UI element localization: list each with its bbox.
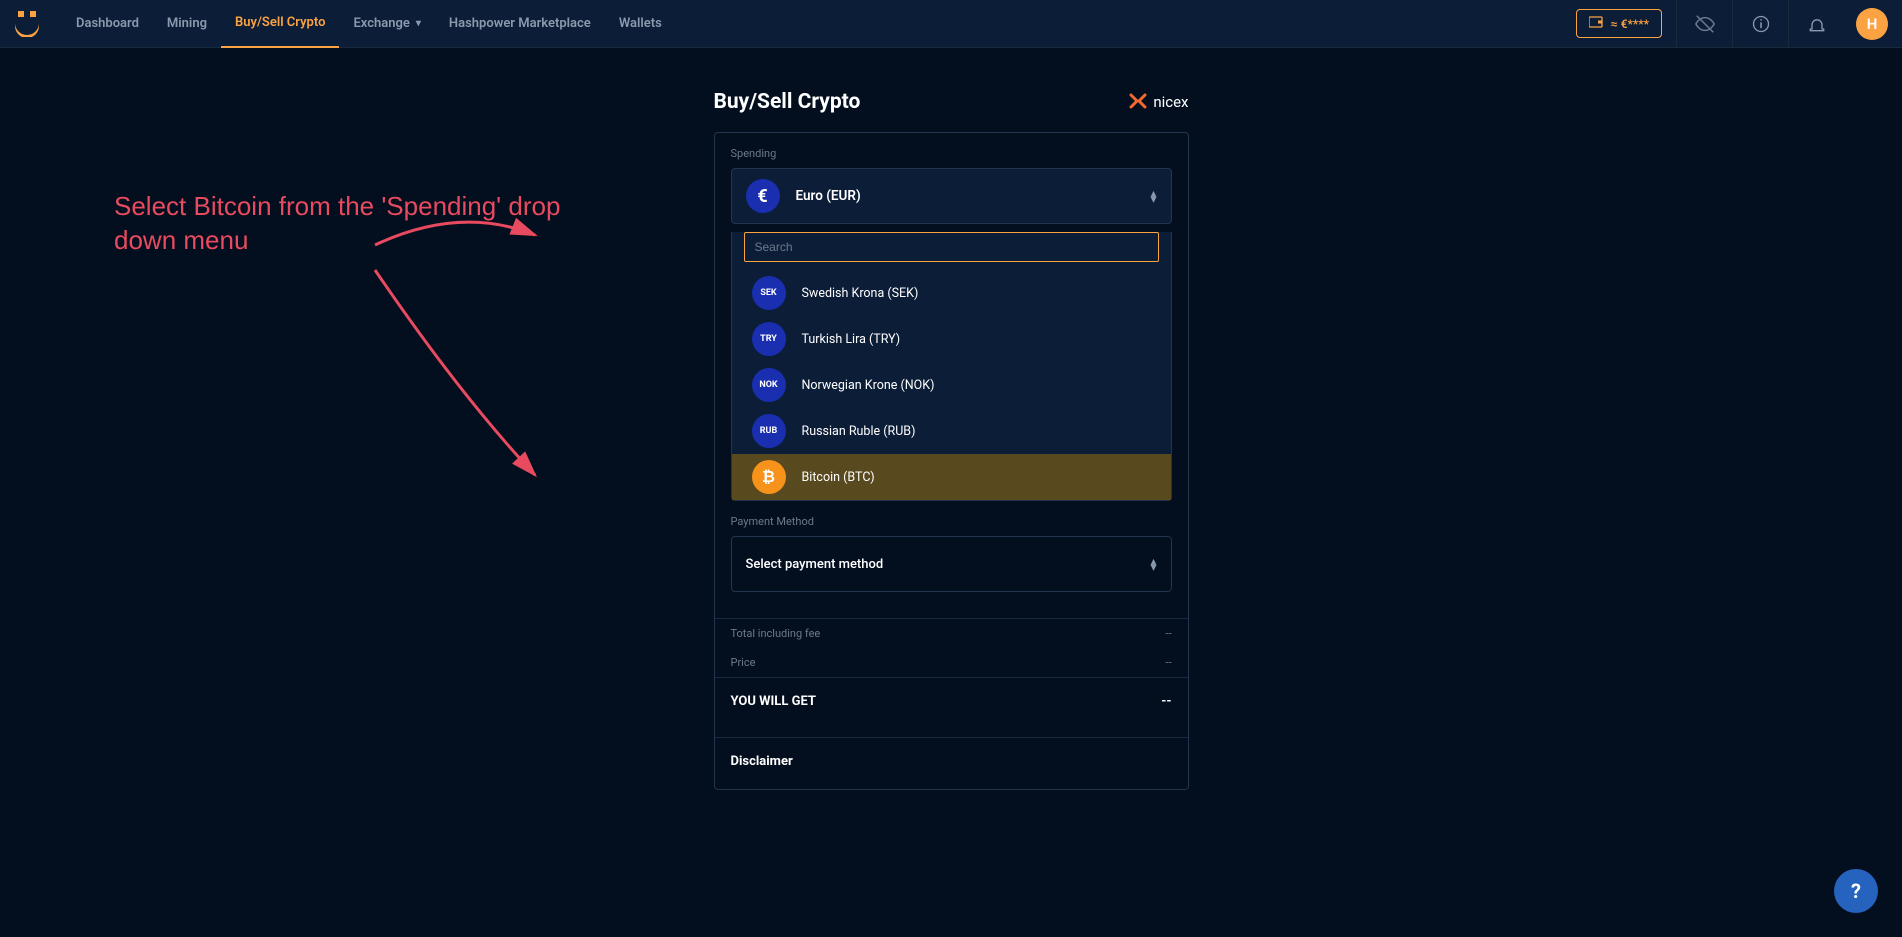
you-will-get-row: YOU WILL GET -- xyxy=(715,677,1188,725)
option-label: Bitcoin (BTC) xyxy=(802,470,875,485)
price-row: Price -- xyxy=(715,648,1188,677)
nav-mining[interactable]: Mining xyxy=(153,0,221,48)
disclaimer-heading: Disclaimer xyxy=(715,738,1188,789)
title-row: Buy/Sell Crypto nicex xyxy=(714,90,1189,114)
payment-select[interactable]: Select payment method ▴▾ xyxy=(731,536,1172,592)
option-rub[interactable]: RUB Russian Ruble (RUB) xyxy=(732,408,1171,454)
currency-list[interactable]: SEK Swedish Krona (SEK) TRY Turkish Lira… xyxy=(732,270,1171,500)
main-nav: Dashboard Mining Buy/Sell Crypto Exchang… xyxy=(62,0,676,48)
rub-badge: RUB xyxy=(752,414,786,448)
spending-section: Spending € Euro (EUR) ▴▾ SEK Swedish Kro… xyxy=(715,133,1188,515)
spending-dropdown: SEK Swedish Krona (SEK) TRY Turkish Lira… xyxy=(731,232,1172,501)
nav-exchange[interactable]: Exchange▾ xyxy=(339,0,434,48)
arrow-icon xyxy=(370,265,570,495)
payment-label: Payment Method xyxy=(731,515,1172,528)
nok-badge: NOK xyxy=(752,368,786,402)
buy-sell-card: Spending € Euro (EUR) ▴▾ SEK Swedish Kro… xyxy=(714,132,1189,790)
help-button[interactable]: ? xyxy=(1834,869,1878,913)
price-label: Price xyxy=(731,656,756,669)
avatar[interactable]: H xyxy=(1856,8,1888,40)
instruction-annotation: Select Bitcoin from the 'Spending' drop … xyxy=(114,190,614,258)
get-value: -- xyxy=(1161,694,1171,709)
spending-label: Spending xyxy=(731,147,1172,160)
euro-icon: € xyxy=(746,179,780,213)
info-icon[interactable] xyxy=(1732,0,1788,48)
option-label: Swedish Krona (SEK) xyxy=(802,286,919,301)
option-sek[interactable]: SEK Swedish Krona (SEK) xyxy=(732,270,1171,316)
payment-section: Payment Method Select payment method ▴▾ xyxy=(715,515,1188,606)
sort-icon: ▴▾ xyxy=(1150,190,1156,202)
dropdown-search xyxy=(744,232,1159,262)
option-label: Turkish Lira (TRY) xyxy=(802,332,901,347)
search-input[interactable] xyxy=(744,232,1159,262)
top-header: Dashboard Mining Buy/Sell Crypto Exchang… xyxy=(0,0,1902,48)
chevron-down-icon: ▾ xyxy=(416,18,421,29)
nicex-logo: nicex xyxy=(1129,93,1188,111)
get-label: YOU WILL GET xyxy=(731,694,816,709)
total-label: Total including fee xyxy=(731,627,821,640)
sek-badge: SEK xyxy=(752,276,786,310)
spending-selected-text: Euro (EUR) xyxy=(796,188,861,204)
nav-wallets[interactable]: Wallets xyxy=(605,0,676,48)
option-label: Russian Ruble (RUB) xyxy=(802,424,916,439)
main-panel: Buy/Sell Crypto nicex Spending € Euro (E… xyxy=(714,90,1189,790)
visibility-off-icon[interactable] xyxy=(1676,0,1732,48)
wallet-icon xyxy=(1589,16,1603,31)
bell-icon[interactable] xyxy=(1788,0,1844,48)
spending-select[interactable]: € Euro (EUR) ▴▾ xyxy=(731,168,1172,224)
sort-icon: ▴▾ xyxy=(1150,558,1156,570)
nav-buy-sell[interactable]: Buy/Sell Crypto xyxy=(221,0,339,48)
nicex-icon xyxy=(1129,93,1147,111)
option-btc[interactable]: ₿ Bitcoin (BTC) xyxy=(732,454,1171,500)
option-try[interactable]: TRY Turkish Lira (TRY) xyxy=(732,316,1171,362)
try-badge: TRY xyxy=(752,322,786,356)
total-value: -- xyxy=(1165,627,1171,640)
total-row: Total including fee -- xyxy=(715,619,1188,648)
payment-placeholder: Select payment method xyxy=(746,557,884,572)
balance-text: ≈ €**** xyxy=(1611,17,1649,31)
nav-hashpower[interactable]: Hashpower Marketplace xyxy=(435,0,605,48)
option-label: Norwegian Krone (NOK) xyxy=(802,378,935,393)
header-right: ≈ €**** H xyxy=(1576,0,1902,48)
price-value: -- xyxy=(1165,656,1171,669)
nav-dashboard[interactable]: Dashboard xyxy=(62,0,153,48)
bitcoin-icon: ₿ xyxy=(752,460,786,494)
arrow-icon xyxy=(370,195,550,265)
brand-logo[interactable] xyxy=(12,9,42,39)
page-title: Buy/Sell Crypto xyxy=(714,90,861,114)
option-nok[interactable]: NOK Norwegian Krone (NOK) xyxy=(732,362,1171,408)
balance-button[interactable]: ≈ €**** xyxy=(1576,9,1662,38)
